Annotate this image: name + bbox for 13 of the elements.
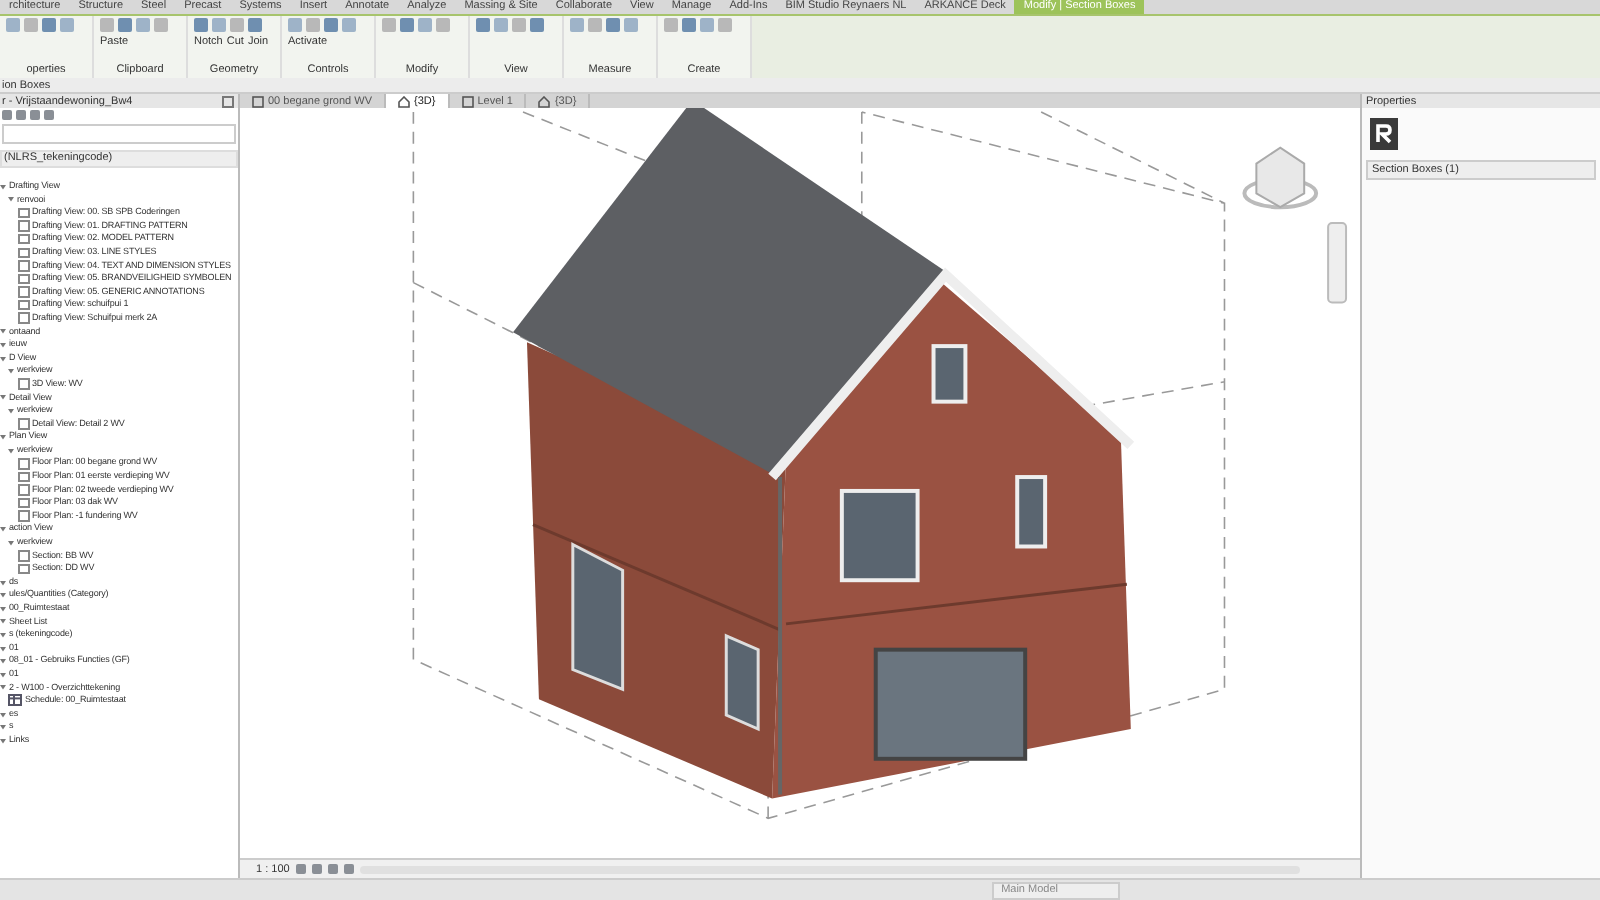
view-cube-icon[interactable]: [1242, 146, 1319, 210]
house-icon: [397, 95, 410, 107]
view-icon: [18, 418, 29, 430]
revit-logo-icon: [1368, 116, 1400, 152]
plan-icon: [252, 95, 264, 107]
close-icon[interactable]: [222, 95, 234, 107]
navigation-bar[interactable]: [1327, 222, 1348, 304]
search-field[interactable]: [2, 124, 236, 144]
schedule-icon: [8, 694, 22, 707]
house-icon: [538, 95, 551, 107]
house-drawing[interactable]: [513, 108, 1135, 799]
view-icon: [18, 378, 29, 390]
plan-icon: [461, 95, 474, 107]
